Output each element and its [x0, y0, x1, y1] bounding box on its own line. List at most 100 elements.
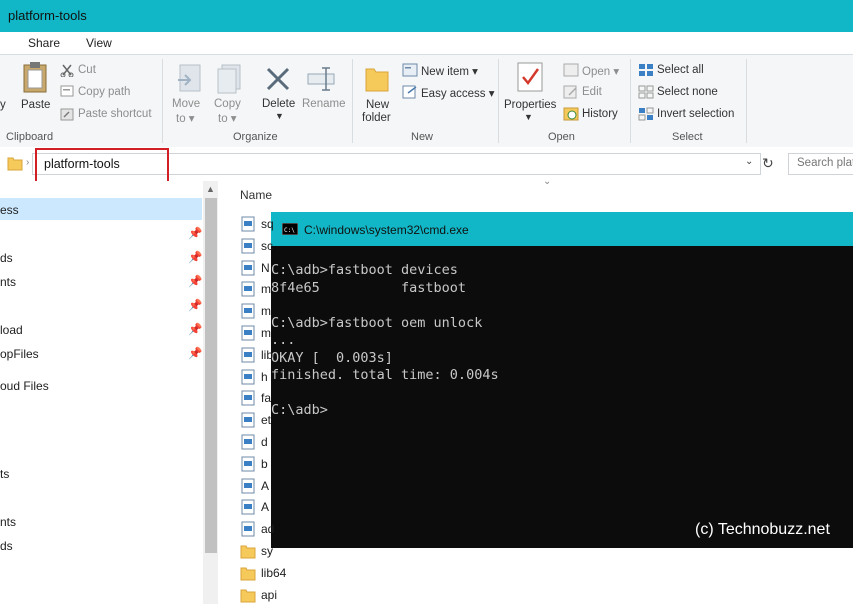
file-name: lib	[261, 347, 274, 362]
move-to-button[interactable]: Move	[172, 98, 200, 110]
search-input[interactable]: Search platf	[788, 153, 853, 175]
copy-path-icon	[60, 85, 74, 97]
file-name: m	[261, 282, 271, 297]
easy-access-button[interactable]: Easy access ▾	[421, 86, 495, 100]
cmd-line	[271, 385, 853, 403]
file-icon	[241, 303, 255, 319]
file-name: fa	[261, 391, 272, 406]
open-button[interactable]: Open ▾	[582, 64, 619, 78]
delete-dropdown-arrow[interactable]: ▼	[275, 111, 284, 121]
file-name: et	[261, 413, 272, 428]
ribbon-divider	[746, 59, 747, 143]
breadcrumb-chevron-icon[interactable]: ›	[26, 157, 29, 168]
pin-icon[interactable]: 📌	[188, 226, 202, 240]
nav-item-dropfiles[interactable]: opFiles	[0, 347, 39, 361]
new-item-button[interactable]: New item ▾	[421, 64, 478, 78]
file-icon	[241, 456, 255, 472]
file-name: A	[261, 500, 270, 515]
file-name: m	[261, 326, 271, 340]
copy-to-dropdown[interactable]: to ▾	[218, 111, 237, 125]
paste-shortcut-button[interactable]: Paste shortcut	[78, 108, 152, 120]
file-icon	[241, 238, 255, 254]
new-folder-button[interactable]: New	[366, 99, 389, 111]
nav-item-cloud-files[interactable]: oud Files	[0, 379, 49, 393]
easy-access-icon	[402, 85, 417, 99]
ribbon-divider	[352, 59, 353, 143]
select-all-button[interactable]: Select all	[657, 64, 704, 76]
cmd-output[interactable]: C:\adb>fastboot devices 8f4e65 fastboot C…	[271, 262, 853, 420]
pin-icon[interactable]: 📌	[188, 298, 202, 312]
pin-icon[interactable]: 📌	[188, 250, 202, 264]
cmd-icon: C:\	[282, 223, 298, 235]
scroll-up-icon[interactable]: ▲	[206, 184, 215, 194]
paste-icon	[23, 62, 47, 93]
nav-scrollbar-thumb[interactable]	[205, 198, 217, 553]
file-icon	[241, 499, 255, 515]
cut-button[interactable]: Cut	[78, 64, 96, 76]
pin-icon[interactable]: 📌	[188, 274, 202, 288]
rename-button[interactable]: Rename	[302, 98, 345, 110]
paste-button[interactable]: Paste	[21, 99, 50, 111]
cmd-window[interactable]: C:\ C:\windows\system32\cmd.exe C:\adb>f…	[271, 212, 853, 548]
edit-button[interactable]: Edit	[582, 86, 602, 98]
file-name: m	[261, 304, 271, 319]
history-icon	[563, 107, 579, 121]
invert-selection-button[interactable]: Invert selection	[657, 108, 734, 120]
folder-icon	[240, 567, 256, 581]
tab-share[interactable]: Share	[28, 36, 60, 50]
file-icon	[241, 369, 255, 385]
nav-item-downloads[interactable]: ds	[0, 251, 13, 265]
select-group-label: Select	[672, 131, 703, 143]
cmd-line: C:\adb>	[271, 402, 328, 418]
select-all-icon	[639, 64, 653, 76]
file-icon	[241, 390, 255, 406]
tab-view[interactable]: View	[86, 36, 112, 50]
file-name: api	[261, 587, 278, 602]
delete-button[interactable]: Delete	[262, 98, 295, 110]
sort-chevron-icon[interactable]: ⌄	[543, 176, 551, 187]
search-placeholder: Search platf	[797, 157, 853, 169]
paste-shortcut-icon	[60, 108, 74, 121]
pin-icon[interactable]: 📌	[188, 322, 202, 336]
nav-item-quick-access[interactable]: ess	[0, 203, 19, 217]
nav-item-documents[interactable]: nts	[0, 275, 16, 289]
copy-to-button[interactable]: Copy	[214, 98, 241, 110]
nav-item-ds[interactable]: ds	[0, 539, 13, 553]
file-icon	[241, 260, 255, 276]
cut-icon	[60, 64, 74, 77]
cmd-titlebar[interactable]: C:\ C:\windows\system32\cmd.exe	[271, 212, 853, 246]
file-icon	[241, 325, 255, 341]
address-dropdown-icon[interactable]: ⌄	[745, 156, 753, 167]
cmd-title: C:\windows\system32\cmd.exe	[304, 223, 469, 237]
ribbon: y Paste Cut Copy path Paste shortcut Cli…	[0, 54, 853, 148]
file-icon	[241, 216, 255, 232]
refresh-icon[interactable]: ↻	[762, 155, 774, 172]
svg-text:C:\: C:\	[284, 227, 295, 234]
copy-path-button[interactable]: Copy path	[78, 86, 130, 98]
column-header-name[interactable]: Name	[240, 188, 272, 202]
cmd-line: ...	[271, 332, 296, 348]
file-name: h	[261, 369, 268, 384]
history-button[interactable]: History	[582, 108, 618, 120]
window-title: platform-tools	[8, 8, 87, 23]
ribbon-divider	[498, 59, 499, 143]
pin-icon[interactable]: 📌	[188, 346, 202, 360]
nav-item-ts[interactable]: ts	[0, 467, 9, 481]
cmd-line: C:\adb>fastboot oem unlock	[271, 314, 483, 331]
nav-item-download[interactable]: load	[0, 323, 23, 337]
nav-item-nts[interactable]: nts	[0, 515, 16, 529]
clipboard-group-label: Clipboard	[6, 131, 54, 143]
cmd-line: OKAY [ 0.003s]	[271, 349, 393, 366]
select-none-button[interactable]: Select none	[657, 86, 718, 98]
properties-dropdown-arrow[interactable]: ▼	[524, 112, 533, 122]
edit-icon	[563, 85, 577, 99]
properties-button[interactable]: Properties	[504, 99, 556, 111]
folder-icon	[240, 589, 256, 603]
watermark: (c) Technobuzz.net	[695, 521, 830, 538]
select-none-icon	[638, 85, 654, 99]
clipboard-partial-label: y	[0, 99, 6, 111]
move-to-dropdown[interactable]: to ▾	[176, 111, 195, 125]
new-folder-label-2: folder	[362, 112, 391, 124]
folder-icon	[240, 545, 256, 559]
file-icon	[241, 478, 255, 494]
